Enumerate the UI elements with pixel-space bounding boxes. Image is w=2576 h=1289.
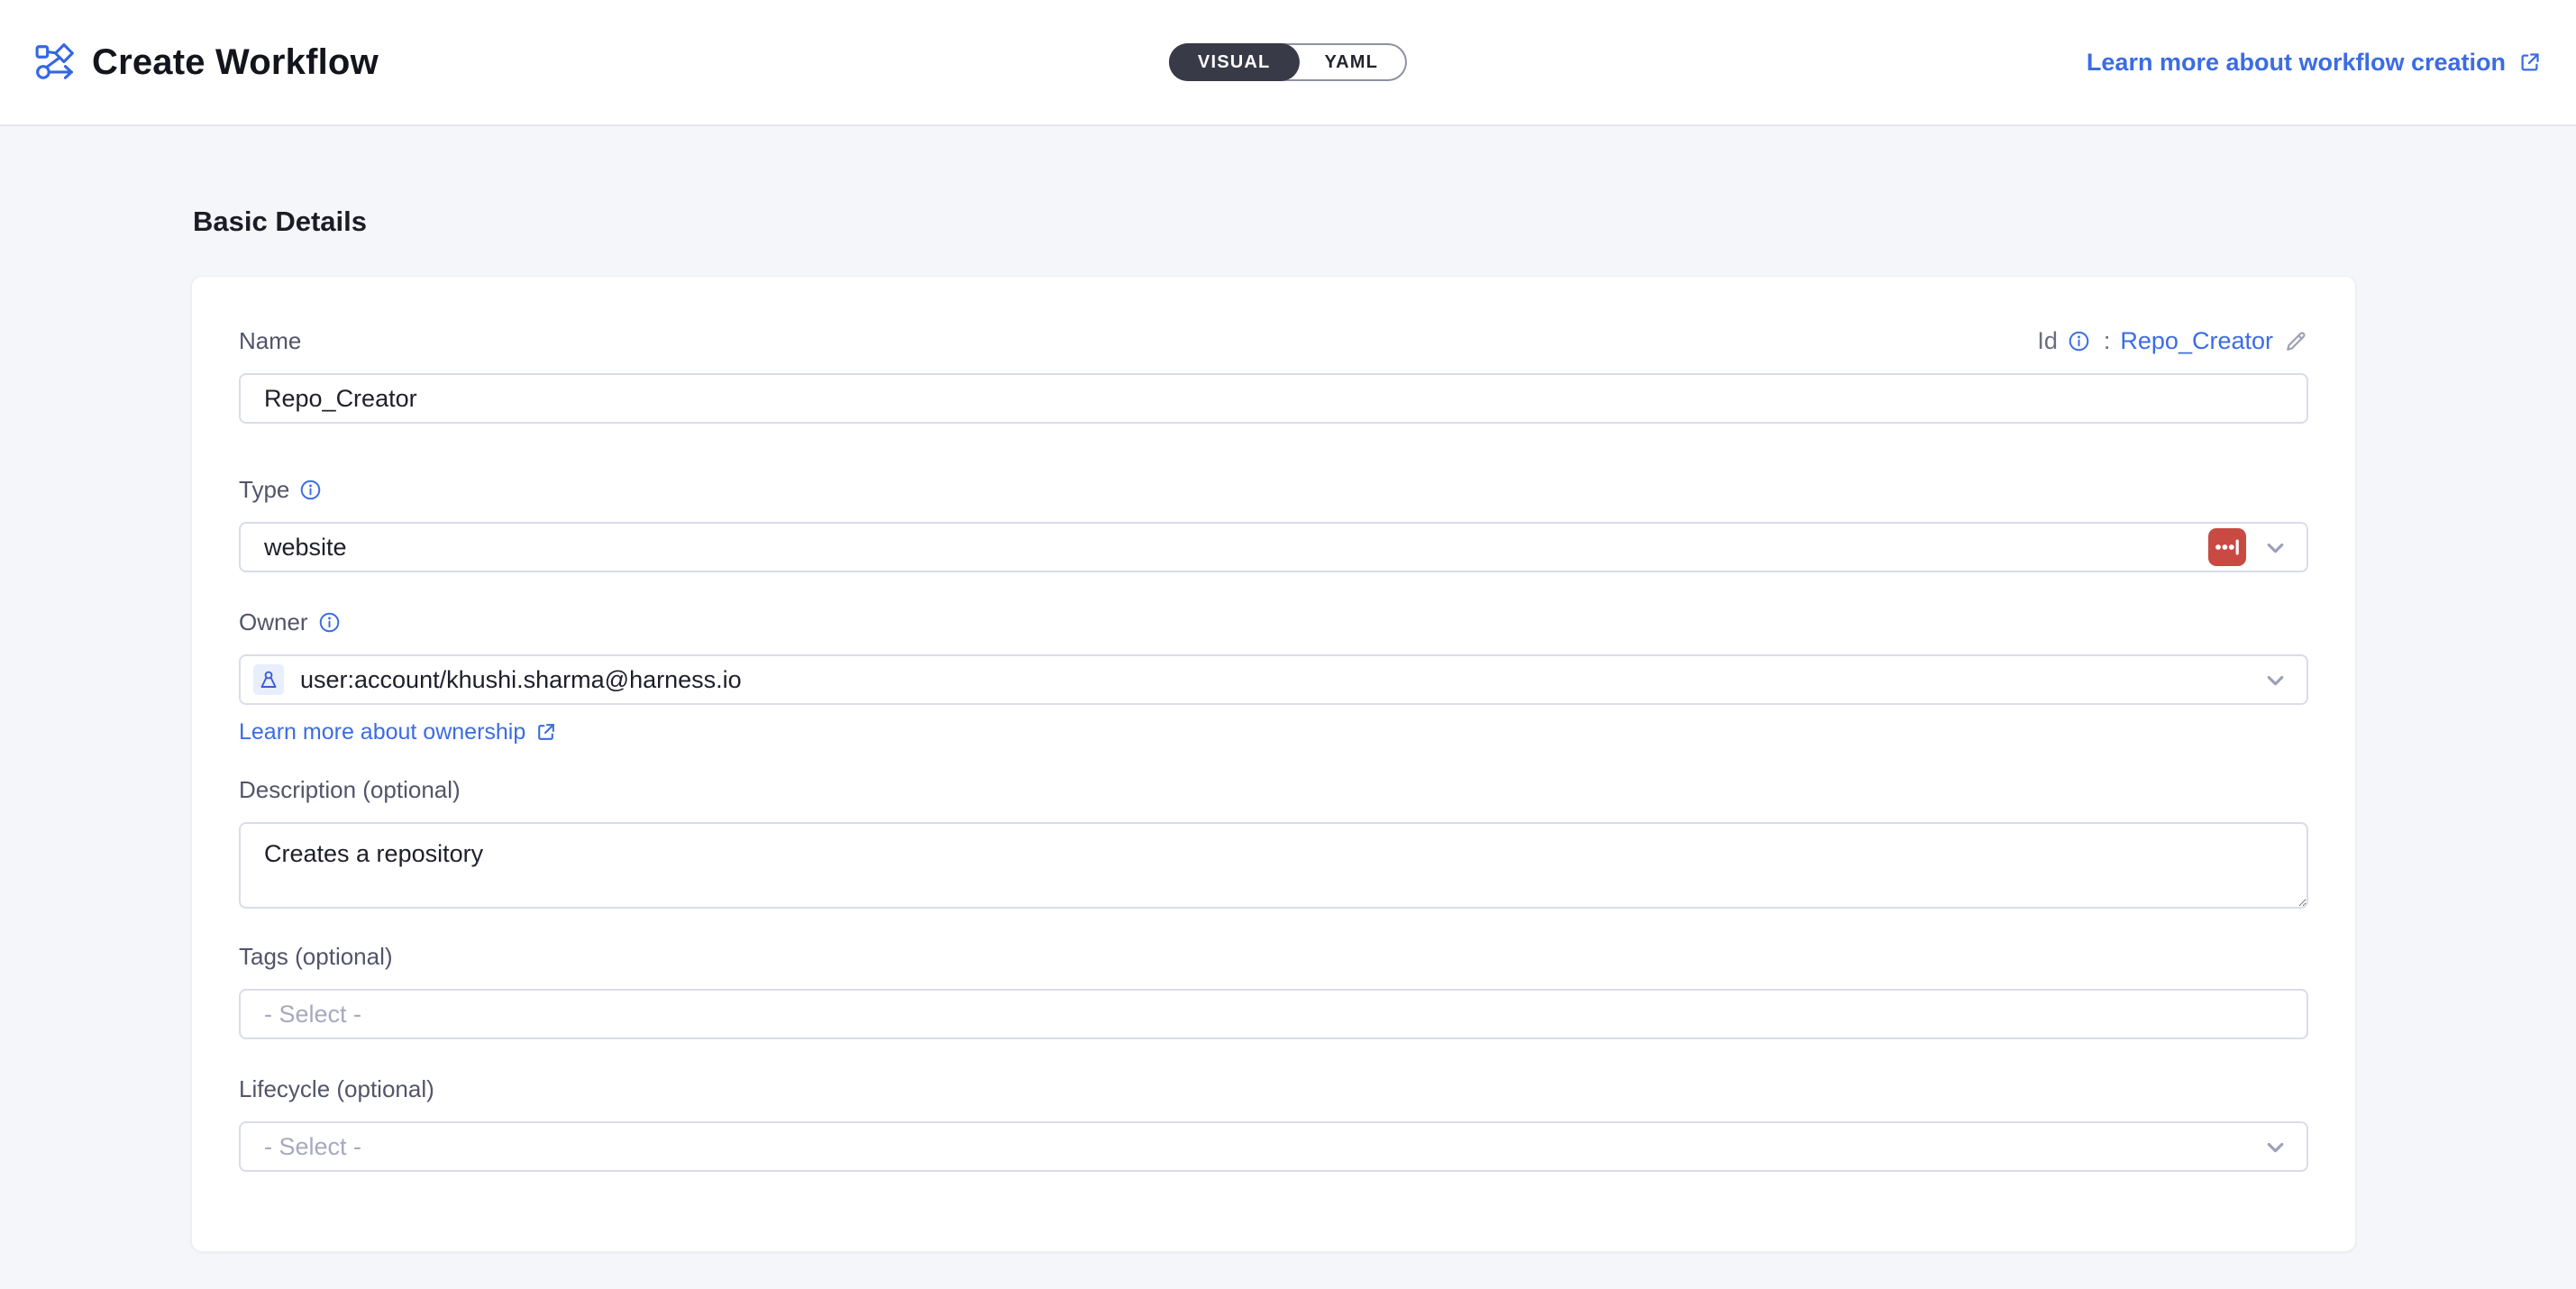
name-input[interactable] [239,373,2308,424]
owner-select [239,654,2308,705]
tags-select-input[interactable] [239,989,2308,1039]
header-title-area: Create Workflow [34,41,379,83]
entity-id-value[interactable]: Repo_Creator [2120,327,2273,355]
owner-input[interactable] [300,656,2246,703]
entity-id-row: Id : Repo_Creator [2037,327,2308,355]
tab-visual[interactable]: VISUAL [1169,43,1300,81]
chevron-down-icon[interactable] [2262,1134,2288,1160]
lifecycle-select [239,1121,2308,1172]
lifecycle-label: Lifecycle (optional) [239,1075,434,1103]
basic-details-card: Name Id : Repo_Creator [191,276,2356,1252]
external-link-icon [2517,50,2542,75]
info-icon[interactable] [318,611,341,634]
tags-field-group: Tags (optional) [239,943,2308,1039]
header: Create Workflow VISUAL YAML Learn more a… [0,0,2576,126]
learn-ownership-link[interactable]: Learn more about ownership [239,719,557,745]
main-content: Basic Details Name Id : Repo_Creator [0,126,2576,1252]
name-field-group: Name Id : Repo_Creator [239,327,2308,424]
learn-workflow-creation-link[interactable]: Learn more about workflow creation [2087,49,2542,77]
section-title: Basic Details [193,206,2354,238]
chevron-down-icon[interactable] [2262,535,2288,561]
type-label: Type [239,476,289,504]
fixed-input-icon[interactable] [2208,528,2246,566]
chevron-down-icon[interactable] [2262,667,2288,693]
type-input[interactable] [264,524,2192,571]
learn-ownership-label: Learn more about ownership [239,719,525,745]
description-label: Description (optional) [239,776,461,804]
info-icon[interactable] [299,479,322,501]
tab-yaml[interactable]: YAML [1297,45,1405,79]
owner-label: Owner [239,608,308,636]
id-label: Id [2037,327,2058,355]
external-link-icon [534,721,557,744]
name-label: Name [239,327,301,355]
description-field-group: Description (optional) Creates a reposit… [239,776,2308,909]
id-separator: : [2104,327,2111,355]
edit-pencil-icon[interactable] [2283,329,2308,354]
owner-field-group: Owner [239,608,2308,745]
visual-yaml-toggle: VISUAL YAML [1169,43,1407,81]
lifecycle-field-group: Lifecycle (optional) [239,1075,2308,1172]
page-title: Create Workflow [92,42,379,83]
workflow-icon [34,41,76,83]
learn-workflow-creation-label: Learn more about workflow creation [2087,49,2506,77]
description-textarea[interactable]: Creates a repository [239,822,2308,909]
lifecycle-select-input[interactable] [264,1123,2246,1170]
type-select [239,522,2308,572]
tags-label: Tags (optional) [239,943,393,971]
user-icon [253,664,284,695]
type-field-group: Type [239,476,2308,572]
info-icon[interactable] [2068,330,2090,352]
